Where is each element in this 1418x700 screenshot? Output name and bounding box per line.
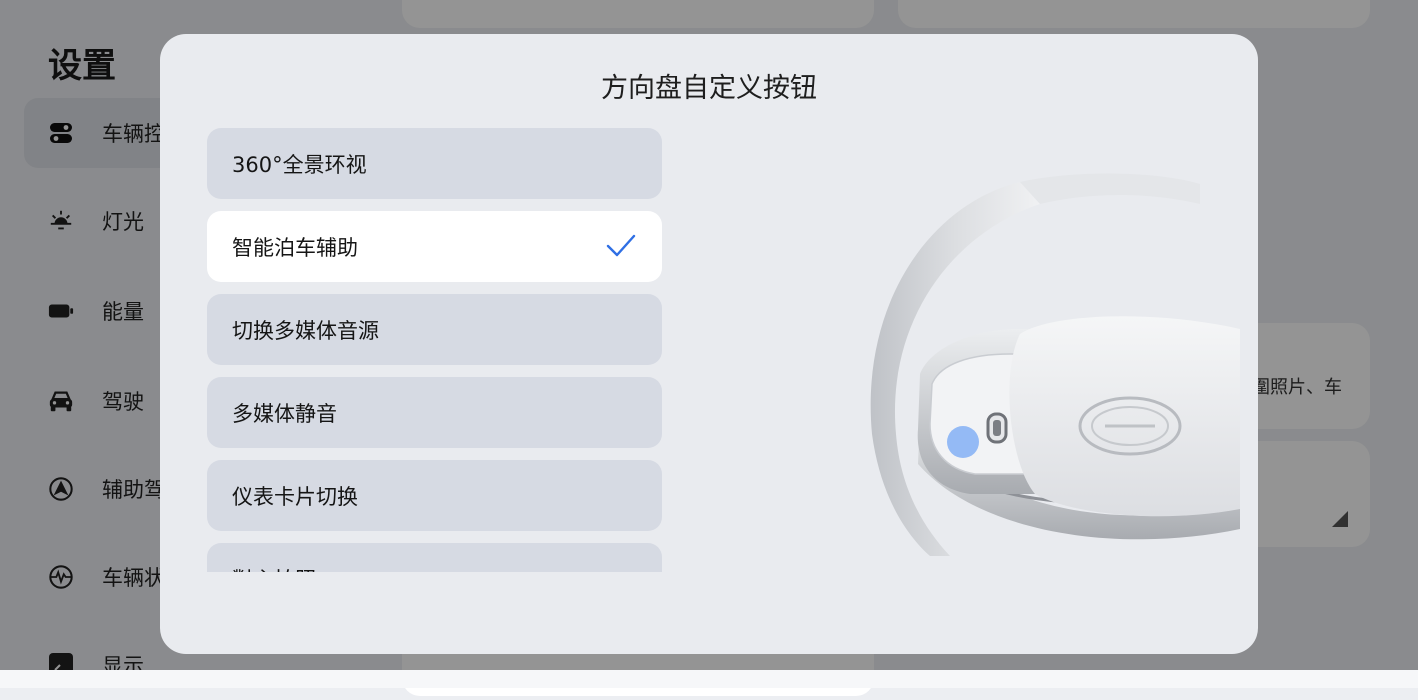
option-label: 仪表卡片切换: [232, 485, 358, 509]
option-list[interactable]: 360°全景环视 智能泊车辅助 切换多媒体音源 多媒体静音 仪表卡片切换 對主拍…: [207, 128, 663, 572]
option-label: 多媒体静音: [232, 402, 337, 426]
highlight-button-icon: [947, 426, 979, 458]
option-switch-media-source[interactable]: 切换多媒体音源: [207, 294, 662, 365]
option-label: 切换多媒体音源: [232, 319, 379, 343]
option-cluster-card-switch[interactable]: 仪表卡片切换: [207, 460, 662, 531]
option-label: 對主拍照: [232, 564, 316, 572]
bottom-bar: [0, 670, 1418, 688]
option-camera[interactable]: 對主拍照: [207, 543, 662, 572]
option-label: 360°全景环视: [232, 153, 367, 177]
dialog-title: 方向盘自定义按钮: [601, 73, 817, 104]
steering-wheel-button-dialog: 方向盘自定义按钮 360°全景环视 智能泊车辅助 切换多媒体音源 多媒体静音 仪…: [160, 34, 1258, 654]
option-360-view[interactable]: 360°全景环视: [207, 128, 662, 199]
option-media-mute[interactable]: 多媒体静音: [207, 377, 662, 448]
option-smart-parking[interactable]: 智能泊车辅助: [207, 211, 662, 282]
check-icon: [606, 234, 636, 257]
option-label: 智能泊车辅助: [232, 236, 358, 260]
steering-wheel-illustration: [870, 173, 1240, 556]
